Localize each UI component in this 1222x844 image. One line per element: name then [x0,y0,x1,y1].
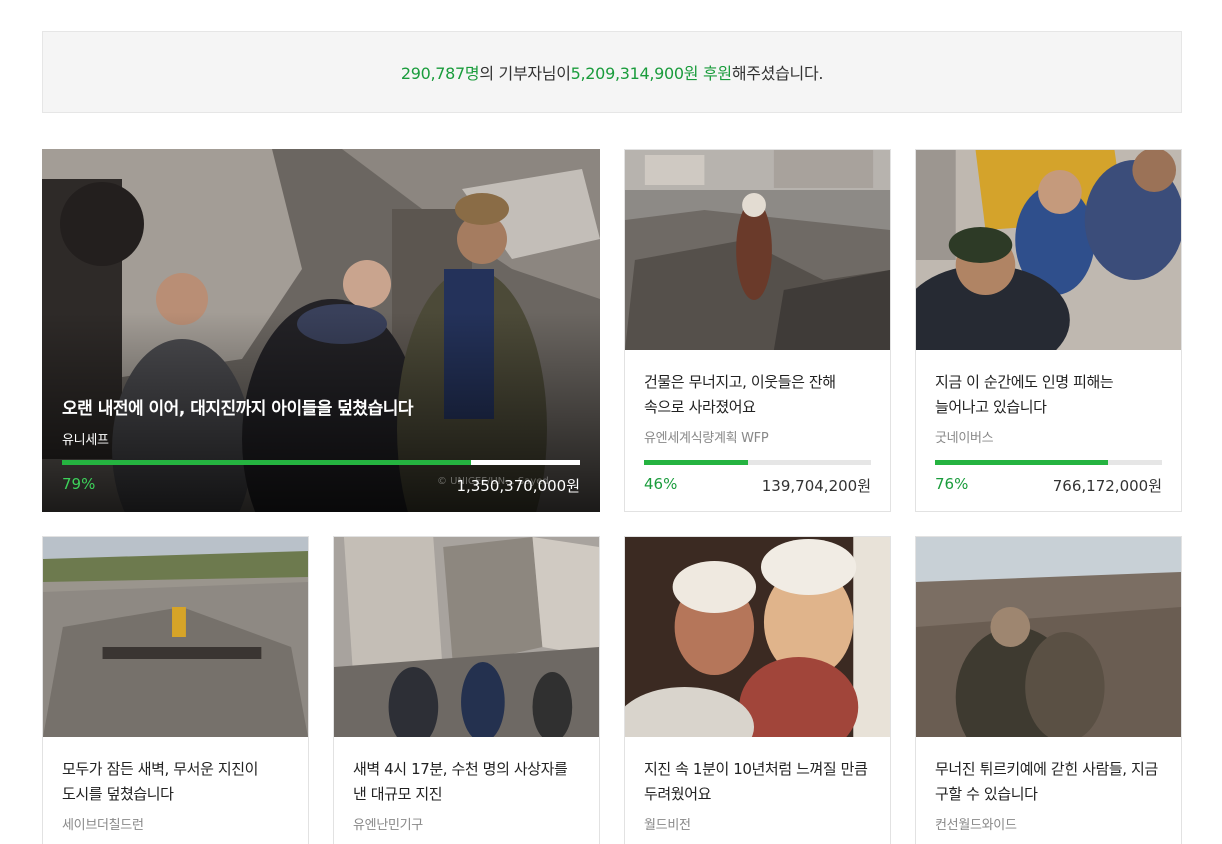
campaign-card[interactable]: 지금 이 순간에도 인명 피해는 늘어나고 있습니다 굿네이버스 76% 766… [915,149,1182,512]
donation-summary-banner: 290,787명 의 기부자님이 5,209,314,900원 후원 해주셨습니다. [42,31,1182,113]
campaign-title[interactable]: 무너진 튀르키예에 갇힌 사람들, 지금 구할 수 있습니다 [935,757,1162,807]
campaign-title[interactable]: 지진 속 1분이 10년처럼 느껴질 만큼 두려웠어요 [644,757,871,807]
featured-progress-percent: 79% [62,475,96,493]
campaign-photo [625,537,890,737]
campaign-card[interactable]: 건물은 무너지고, 이웃들은 잔해 속으로 사라졌어요 유엔세계식량계획 WFP… [624,149,891,512]
campaign-photo [334,537,599,737]
progress-fill [644,460,749,465]
total-amount: 5,209,314,900원 후원 [570,64,733,83]
campaign-photo [43,537,308,737]
campaign-title[interactable]: 모두가 잠든 새벽, 무서운 지진이 도시를 덮쳤습니다 [62,757,289,807]
campaign-org: 월드비전 [644,818,691,833]
featured-campaign-title[interactable]: 오랜 내전에 이어, 대지진까지 아이들을 덮쳤습니다 [62,397,580,422]
campaign-org: 유엔난민기구 [353,818,423,833]
campaign-title[interactable]: 건물은 무너지고, 이웃들은 잔해 속으로 사라졌어요 [644,370,871,420]
progress-percent: 46% [644,475,678,493]
campaign-photo [916,150,1181,350]
campaign-card[interactable]: 새벽 4시 17분, 수천 명의 사상자를 낸 대규모 지진 유엔난민기구 [333,536,600,844]
featured-campaign-org: 유니세프 [62,433,109,448]
summary-text-mid: 의 기부자님이 [479,64,571,83]
progress-bar [935,460,1162,465]
campaign-photo [916,537,1181,737]
campaign-card[interactable]: 지진 속 1분이 10년처럼 느껴질 만큼 두려웠어요 월드비전 [624,536,891,844]
progress-percent: 76% [935,475,969,493]
donor-count: 290,787명 [400,64,480,83]
raised-amount: 766,172,000원 [1052,477,1162,495]
campaign-org: 세이브더칠드런 [62,818,144,833]
campaign-org: 컨선월드와이드 [935,818,1017,833]
campaign-org: 굿네이버스 [935,431,994,446]
campaign-org: 유엔세계식량계획 WFP [644,431,769,446]
raised-amount: 139,704,200원 [761,477,871,495]
progress-fill [935,460,1108,465]
campaign-card[interactable]: 모두가 잠든 새벽, 무서운 지진이 도시를 덮쳤습니다 세이브더칠드런 [42,536,309,844]
campaign-card[interactable]: 무너진 튀르키예에 갇힌 사람들, 지금 구할 수 있습니다 컨선월드와이드 [915,536,1182,844]
featured-raised-amount: 1,350,370,000원 [456,477,580,495]
progress-bar [644,460,871,465]
campaign-title[interactable]: 지금 이 순간에도 인명 피해는 늘어나고 있습니다 [935,370,1162,420]
summary-text-end: 해주셨습니다. [731,64,824,83]
campaign-title[interactable]: 새벽 4시 17분, 수천 명의 사상자를 낸 대규모 지진 [353,757,580,807]
featured-progress-bar [62,460,580,465]
featured-campaign-card[interactable]: 오랜 내전에 이어, 대지진까지 아이들을 덮쳤습니다 유니세프 © UNICE… [42,149,600,512]
featured-progress-fill [62,460,472,465]
campaign-photo [625,150,890,350]
